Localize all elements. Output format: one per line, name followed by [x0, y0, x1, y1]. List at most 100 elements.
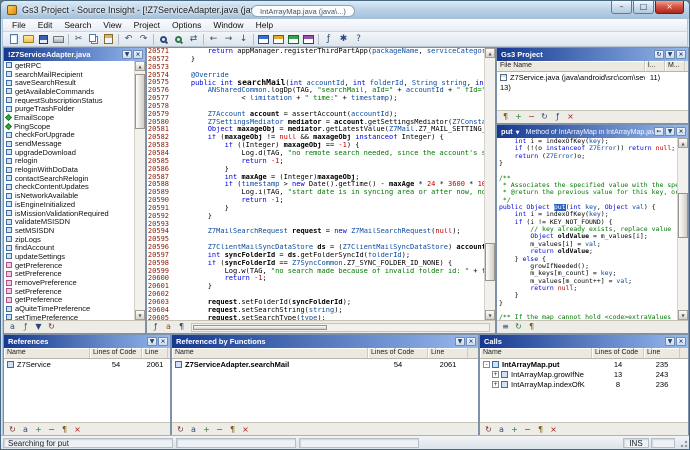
- close-icon[interactable]: ×: [466, 337, 476, 346]
- column-header[interactable]: Lines of Code: [592, 348, 644, 358]
- dock-icon[interactable]: ▼: [147, 337, 157, 346]
- context-panel-title[interactable]: put▼ Method of IntArrayMap in IntArrayMa…: [497, 125, 688, 138]
- close-icon[interactable]: ×: [676, 127, 686, 136]
- symbol-item[interactable]: requestSubscriptionStatus: [4, 96, 134, 105]
- symbol-item[interactable]: contactSearchRelogin: [4, 174, 134, 183]
- expand-all-icon[interactable]: +: [33, 425, 44, 435]
- scrollbar-thumb[interactable]: [485, 243, 495, 281]
- collapse-all-icon[interactable]: −: [214, 425, 225, 435]
- table-row[interactable]: Z7Service542061: [4, 359, 170, 369]
- symbol-item[interactable]: sendMessage: [4, 139, 134, 148]
- table-row[interactable]: 13): [497, 82, 688, 92]
- cut-icon[interactable]: ✂: [71, 33, 86, 46]
- symbol-item[interactable]: purgeTrashFolder: [4, 104, 134, 113]
- symbol-item[interactable]: getPreference: [4, 296, 134, 305]
- doc-icon[interactable]: ¶: [59, 425, 70, 435]
- symbol-list-scrollbar[interactable]: ▲ ▼: [134, 61, 145, 320]
- replace-icon[interactable]: ⇄: [186, 33, 201, 46]
- scrollbar-thumb[interactable]: [135, 74, 145, 129]
- print-icon[interactable]: [51, 33, 66, 46]
- column-header[interactable]: l...: [645, 61, 665, 71]
- column-header[interactable]: Line: [644, 348, 680, 358]
- symbol-window-icon[interactable]: [256, 33, 271, 46]
- symbol-item[interactable]: setPreference: [4, 270, 134, 279]
- project-window-icon[interactable]: [271, 33, 286, 46]
- column-header[interactable]: Line: [142, 348, 168, 358]
- menu-item-search[interactable]: Search: [58, 19, 97, 31]
- copy-icon[interactable]: [86, 33, 101, 46]
- symbol-item[interactable]: getPreference: [4, 261, 134, 270]
- sort-icon[interactable]: a: [496, 425, 507, 435]
- context-vertical-scrollbar[interactable]: ▲ ▼: [677, 138, 688, 320]
- sync-icon[interactable]: ↻: [654, 50, 664, 59]
- close-icon[interactable]: ×: [158, 337, 168, 346]
- search-files-icon[interactable]: [171, 33, 186, 46]
- menu-item-project[interactable]: Project: [128, 19, 166, 31]
- show-marks-icon[interactable]: ¶: [176, 322, 187, 332]
- scroll-up-icon[interactable]: ▲: [485, 48, 495, 58]
- project-panel-title[interactable]: Gs3 Project ↻▼×: [497, 48, 688, 61]
- symbol-item[interactable]: EmailScope: [4, 113, 134, 122]
- refresh-icon[interactable]: ↻: [7, 425, 18, 435]
- scroll-down-icon[interactable]: ▼: [485, 310, 495, 320]
- symbol-item[interactable]: zipLogs: [4, 235, 134, 244]
- refresh-icon[interactable]: ↻: [483, 425, 494, 435]
- close-icon[interactable]: ×: [240, 425, 251, 435]
- doc-icon[interactable]: ¶: [227, 425, 238, 435]
- symbol-item[interactable]: setTimePreference: [4, 313, 134, 320]
- undo-icon[interactable]: ↶: [121, 33, 136, 46]
- scroll-down-icon[interactable]: ▼: [135, 310, 145, 320]
- open-file-icon[interactable]: [21, 33, 36, 46]
- relation-window-icon[interactable]: [286, 33, 301, 46]
- close-icon[interactable]: ×: [133, 50, 143, 59]
- sort-alphabetic-icon[interactable]: a: [7, 322, 18, 332]
- symbol-item[interactable]: validateMSISDN: [4, 217, 134, 226]
- expander-icon[interactable]: +: [492, 371, 499, 378]
- column-header[interactable]: Lines of Code: [368, 348, 428, 358]
- open-file-icon[interactable]: ¶: [500, 112, 511, 122]
- column-header[interactable]: Name: [4, 348, 90, 358]
- context-window-icon[interactable]: [301, 33, 316, 46]
- symbol-item[interactable]: getRPC: [4, 61, 134, 70]
- resize-grip[interactable]: [677, 437, 688, 448]
- close-icon[interactable]: ×: [548, 425, 559, 435]
- title-bar[interactable]: Gs3 Project - Source Insight - [!Z7Servi…: [1, 1, 689, 19]
- scrollbar-thumb[interactable]: [193, 325, 327, 330]
- symbol-item[interactable]: getAvailableCommands: [4, 87, 134, 96]
- column-header[interactable]: Line: [428, 348, 468, 358]
- column-header[interactable]: File Name: [497, 61, 645, 71]
- symbol-item[interactable]: saveSearchResult: [4, 78, 134, 87]
- menu-item-view[interactable]: View: [97, 19, 127, 31]
- sort-icon[interactable]: a: [188, 425, 199, 435]
- new-file-icon[interactable]: [6, 33, 21, 46]
- symbol-item[interactable]: updateSettings: [4, 252, 134, 261]
- menu-item-window[interactable]: Window: [207, 19, 249, 31]
- sort-by-type-icon[interactable]: ƒ: [20, 322, 31, 332]
- table-row[interactable]: +IntArrayMap.growIfNe13243: [480, 369, 688, 379]
- paste-icon[interactable]: [101, 33, 116, 46]
- symbol-item[interactable]: setPreference: [4, 287, 134, 296]
- editor-vertical-scrollbar[interactable]: ▲ ▼: [484, 48, 495, 320]
- symbol-item[interactable]: isNetworkAvailable: [4, 191, 134, 200]
- sort-icon[interactable]: a: [20, 425, 31, 435]
- sort-alpha-icon[interactable]: a: [163, 322, 174, 332]
- filter-icon[interactable]: ▼: [33, 322, 44, 332]
- minimize-button[interactable]: –: [611, 1, 632, 14]
- doc-icon[interactable]: ¶: [535, 425, 546, 435]
- jump-to-definition-icon[interactable]: ↓: [236, 33, 251, 46]
- close-icon[interactable]: ×: [676, 50, 686, 59]
- browse-icon[interactable]: ƒ: [552, 112, 563, 122]
- close-icon[interactable]: ×: [676, 337, 686, 346]
- menu-item-help[interactable]: Help: [250, 19, 279, 31]
- insert-mode-indicator[interactable]: INS: [623, 438, 649, 448]
- browse-symbols-icon[interactable]: ƒ: [321, 33, 336, 46]
- help-icon[interactable]: ?: [351, 33, 366, 46]
- symbol-item[interactable]: relogin: [4, 157, 134, 166]
- symbol-item[interactable]: setMSISDN: [4, 226, 134, 235]
- scrollbar-thumb[interactable]: [678, 193, 688, 238]
- maximize-button[interactable]: □: [633, 1, 654, 14]
- remove-file-icon[interactable]: −: [526, 112, 537, 122]
- code-editor[interactable]: 20571 return appManager.registerThirdPar…: [147, 48, 484, 320]
- chevron-down-icon[interactable]: ▼: [516, 130, 520, 136]
- collapse-all-icon[interactable]: −: [46, 425, 57, 435]
